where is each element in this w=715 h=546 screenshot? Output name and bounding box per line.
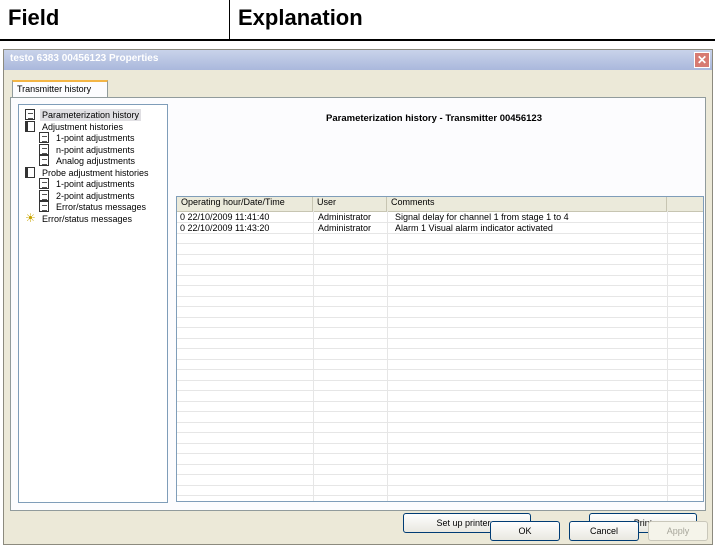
cancel-button[interactable]: Cancel xyxy=(569,521,639,541)
row-divider xyxy=(177,390,703,391)
tree-item-label: 1-point adjustments xyxy=(56,133,135,143)
bug-icon: ☀ xyxy=(25,210,36,225)
row-divider xyxy=(177,253,703,255)
column-header-comments[interactable]: Comments xyxy=(387,197,667,211)
tree-item-label: Probe adjustment histories xyxy=(42,167,149,178)
row-divider xyxy=(177,337,703,339)
tab-panel: Parameterization history Adjustment histo… xyxy=(10,97,706,533)
table-cell: Administrator xyxy=(318,212,372,222)
row-divider xyxy=(177,474,703,475)
table-cell: Administrator xyxy=(318,222,372,233)
apply-button[interactable]: Apply xyxy=(648,521,708,541)
field-header-text: Field xyxy=(8,5,60,30)
table-cell: Signal delay for channel 1 from stage 1 … xyxy=(395,212,569,222)
row-divider xyxy=(177,327,703,328)
row-divider xyxy=(177,285,703,286)
column-divider xyxy=(387,211,388,501)
row-divider xyxy=(177,411,703,412)
doc-icon xyxy=(39,155,49,166)
book-icon xyxy=(25,166,35,178)
tree-item-label: n-point adjustments xyxy=(56,144,135,155)
tree-item-label: Error/status messages xyxy=(42,213,133,224)
close-button[interactable]: ✕ xyxy=(694,52,710,68)
row-divider xyxy=(177,484,703,486)
tree-item-label: Error/status messages xyxy=(56,202,147,212)
table-cell: Alarm 1 Visual alarm indicator activated xyxy=(395,222,553,233)
row-divider xyxy=(177,264,703,265)
column-header-user[interactable]: User xyxy=(313,197,387,211)
row-divider xyxy=(177,495,703,496)
doc-icon xyxy=(39,132,49,143)
row-divider xyxy=(177,358,703,360)
book-icon xyxy=(25,120,35,132)
row-divider xyxy=(177,306,703,307)
row-divider xyxy=(177,316,703,318)
doc-icon xyxy=(39,189,49,201)
ok-button[interactable]: OK xyxy=(490,521,560,541)
doc-icon xyxy=(39,178,49,189)
table-cell: 0 22/10/2009 11:43:20 xyxy=(180,222,270,233)
title-bar[interactable]: testo 6383 00456123 Properties ✕ xyxy=(4,50,712,70)
document-table-header: Field Explanation xyxy=(0,0,715,41)
properties-dialog: testo 6383 00456123 Properties ✕ Transmi… xyxy=(3,49,713,545)
row-divider xyxy=(177,243,703,244)
row-divider xyxy=(177,421,703,423)
column-header-time[interactable]: Operating hour/Date/Time xyxy=(177,197,313,211)
row-divider xyxy=(177,463,703,465)
history-table[interactable]: Operating hour/Date/Time User Comments 0… xyxy=(176,196,704,502)
history-tree[interactable]: Parameterization history Adjustment histo… xyxy=(18,104,168,503)
doc-icon xyxy=(39,143,49,155)
tree-item-label: 1-point adjustments xyxy=(56,179,135,189)
tree-item-label: Adjustment histories xyxy=(42,121,124,132)
row-divider xyxy=(177,432,703,433)
row-divider xyxy=(177,295,703,297)
row-divider xyxy=(177,348,703,349)
tab-transmitter-history[interactable]: Transmitter history xyxy=(12,80,108,98)
tree-item-label: Analog adjustments xyxy=(56,156,136,166)
column-divider xyxy=(313,211,314,501)
row-divider xyxy=(177,274,703,276)
column-divider xyxy=(667,211,668,501)
row-divider xyxy=(177,369,703,370)
panel-title: Parameterization history - Transmitter 0… xyxy=(326,113,542,124)
table-cell: 0 22/10/2009 11:41:40 xyxy=(180,212,270,222)
window-title: testo 6383 00456123 Properties xyxy=(10,53,159,64)
row-divider xyxy=(177,453,703,454)
close-icon: ✕ xyxy=(696,53,708,67)
row-divider xyxy=(177,400,703,402)
tree-item-label: 2-point adjustments xyxy=(56,190,135,201)
doc-icon xyxy=(39,201,49,212)
table-header: Operating hour/Date/Time User Comments xyxy=(177,197,703,212)
row-divider xyxy=(177,379,703,381)
row-divider xyxy=(177,442,703,444)
tree-item-label: Parameterization history xyxy=(40,109,142,121)
explanation-header-text: Explanation xyxy=(238,5,363,30)
doc-icon xyxy=(25,109,35,120)
